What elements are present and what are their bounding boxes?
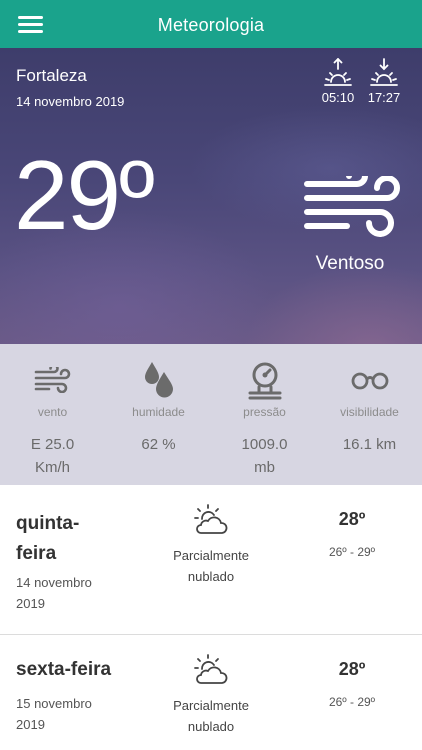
partly-cloudy-icon — [194, 504, 228, 534]
stat-label: visibilidade — [340, 405, 399, 419]
forecast-day-line: quinta- — [16, 513, 80, 534]
stat-label: vento — [37, 405, 68, 419]
wind-icon — [34, 367, 70, 393]
forecast-temperature-range: 26º - 29º — [328, 545, 376, 559]
forecast-condition-line: Parcialmente — [173, 548, 249, 563]
stat-humidity: humidade 62 % — [106, 344, 211, 456]
forecast-date: 14 novembro 2019 — [16, 572, 126, 614]
forecast-row[interactable]: quinta- feira 14 novembro 2019 Parcialme… — [0, 485, 422, 635]
sunset-block: 17:27 — [364, 58, 404, 105]
stat-label: pressão — [243, 405, 286, 419]
sunset-time: 17:27 — [367, 90, 401, 105]
weather-stats-panel: vento E 25.0 Km/h humidade 62 % pressão … — [0, 344, 422, 485]
forecast-condition: Parcialmente nublado — [152, 545, 270, 587]
current-weather-panel: Fortaleza 14 novembro 2019 05:10 17:27 2… — [0, 48, 422, 344]
sunrise-block: 05:10 — [318, 58, 358, 105]
forecast-date-line: 2019 — [16, 596, 45, 611]
forecast-date: 15 novembro 2019 — [16, 693, 126, 735]
sunrise-icon — [324, 58, 352, 86]
forecast-condition-line: nublado — [187, 569, 235, 584]
stat-label: humidade — [132, 405, 185, 419]
forecast-day: sexta-feira — [16, 655, 126, 685]
humidity-drops-icon — [144, 362, 173, 398]
current-condition: Ventoso — [315, 253, 385, 274]
forecast-day-line: sexta-feira — [16, 659, 112, 680]
partly-cloudy-icon — [194, 654, 228, 684]
sunrise-time: 05:10 — [321, 90, 355, 105]
forecast-day: quinta- feira — [16, 509, 126, 569]
forecast-temperature: 28º — [338, 509, 366, 529]
forecast-temperature-range: 26º - 29º — [328, 695, 376, 709]
sunset-icon — [370, 58, 398, 86]
forecast-date-line: 2019 — [16, 717, 45, 732]
visibility-glasses-icon — [351, 372, 388, 390]
current-date: 14 novembro 2019 — [16, 94, 125, 109]
stat-wind: vento E 25.0 Km/h — [0, 344, 105, 479]
stat-value-unit: mb — [254, 459, 275, 476]
forecast-condition-line: Parcialmente — [173, 698, 249, 713]
pressure-gauge-icon — [248, 362, 281, 400]
forecast-day-line: feira — [16, 543, 57, 564]
stat-value-line: 16.1 km — [342, 436, 397, 453]
wind-icon — [304, 176, 400, 237]
stat-value: 16.1 km — [317, 433, 422, 456]
stat-visibility: visibilidade 16.1 km — [317, 344, 422, 456]
stat-value: E 25.0 Km/h — [0, 433, 105, 479]
stat-value-line: 62 % — [141, 436, 176, 453]
stat-value-unit: Km/h — [34, 459, 70, 476]
app-title: Meteorologia — [157, 15, 265, 35]
city-name: Fortaleza — [16, 66, 87, 85]
stat-pressure: pressão 1009.0 mb — [212, 344, 317, 479]
stat-value: 1009.0 mb — [212, 433, 317, 479]
forecast-row[interactable]: sexta-feira 15 novembro 2019 Parcialment… — [0, 635, 422, 750]
current-temperature: 29º — [14, 140, 155, 250]
app-header: Meteorologia — [0, 0, 422, 48]
stat-value: 62 % — [106, 433, 211, 456]
forecast-date-line: 15 novembro — [16, 696, 92, 711]
stat-value-line: E 25.0 — [30, 436, 75, 453]
stat-value-line: 1009.0 — [241, 436, 288, 453]
forecast-temperature: 28º — [338, 659, 366, 679]
forecast-date-line: 14 novembro — [16, 575, 92, 590]
forecast-condition: Parcialmente nublado — [152, 695, 270, 737]
forecast-condition-line: nublado — [187, 719, 235, 734]
